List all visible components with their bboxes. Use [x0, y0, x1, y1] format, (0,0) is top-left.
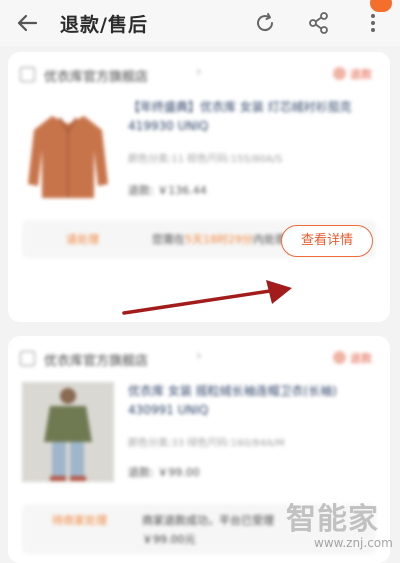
annotation-arrow-icon	[122, 280, 292, 315]
page-title: 退款/售后	[60, 14, 148, 36]
store-row[interactable]: 优衣库官方旗舰店 › 退款	[20, 64, 380, 86]
status-label: 退款	[350, 68, 372, 81]
product-title[interactable]: 【年终盛典】优衣库 女装 灯芯绒衬衫茄克 419930 UNIQ	[128, 98, 368, 136]
notice-label: 待商家处理	[52, 514, 107, 527]
jacket-image	[28, 116, 108, 198]
more-button[interactable]	[362, 10, 384, 36]
status-icon	[333, 351, 346, 364]
watermark-logo: 智能家	[286, 502, 379, 537]
store-icon	[20, 67, 35, 82]
notice-deadline: 5天18时29分	[185, 233, 253, 246]
notice-text: 商家退款成功，平台已受理	[142, 514, 274, 527]
store-icon	[20, 351, 35, 366]
status-icon	[333, 67, 346, 80]
store-name: 优衣库官方旗舰店	[44, 70, 149, 85]
arrow-left-icon	[17, 14, 38, 32]
hoodie-model-image	[22, 382, 114, 482]
product-image[interactable]	[22, 106, 114, 206]
refresh-icon	[257, 13, 274, 32]
store-name: 优衣库官方旗舰店	[44, 354, 149, 369]
view-details-button[interactable]: 查看详情	[281, 225, 373, 257]
refund-amount: 退款: ￥99.00	[128, 466, 200, 479]
watermark-url: www.znj.com	[314, 536, 393, 550]
chevron-right-icon: ›	[196, 64, 202, 80]
notice-label: 请处理	[66, 233, 99, 246]
chevron-right-icon: ›	[196, 348, 202, 364]
notice-text-pre: 您需在	[152, 233, 185, 246]
share-icon	[309, 12, 328, 34]
notification-badge	[370, 0, 392, 12]
notice-text: 您需在5天18时29分内处理	[152, 231, 286, 247]
notice-text-line2: ￥99.00元	[142, 533, 196, 546]
status-badge: 退款	[333, 350, 372, 366]
watermark: 智能家 www.znj.com	[286, 494, 396, 560]
refund-amount: 退款: ￥136.44	[128, 184, 207, 197]
product-title[interactable]: 优衣库 女装 摇粒绒长袖连帽卫衣(长袖) 430991 UNIQ	[128, 382, 368, 420]
share-button[interactable]	[306, 10, 332, 36]
store-row[interactable]: 优衣库官方旗舰店 › 退款	[20, 348, 380, 370]
back-button[interactable]	[12, 8, 42, 38]
refresh-button[interactable]	[252, 10, 278, 36]
status-badge: 退款	[333, 66, 372, 82]
more-vertical-icon	[371, 14, 375, 32]
status-label: 退款	[350, 352, 372, 365]
product-spec: 颜色分类:33 绿色尺码:160/84A/M	[128, 438, 285, 449]
product-spec: 颜色分类:11 棕色尺码:155/80A/S	[128, 154, 283, 165]
top-bar: 退款/售后	[0, 0, 400, 46]
product-image[interactable]	[22, 382, 114, 482]
